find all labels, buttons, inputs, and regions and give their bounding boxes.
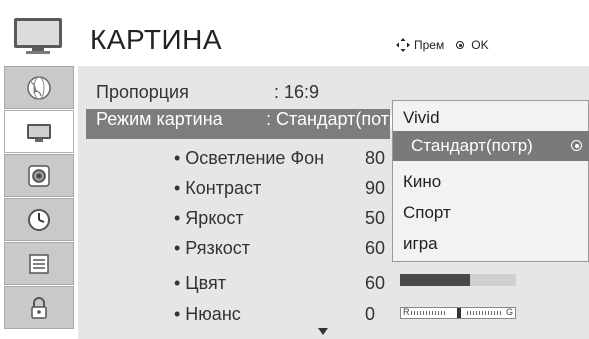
setting-label: • Цвят	[174, 273, 226, 293]
tint-scale-left	[411, 311, 447, 315]
setting-label: • Контраст	[174, 178, 262, 198]
speaker-icon	[28, 164, 50, 187]
dropdown-option[interactable]: Кино	[393, 167, 589, 197]
page-title: КАРТИНА	[90, 24, 223, 55]
color-level-bar[interactable]	[400, 274, 516, 286]
setting-value: : Стандарт(потр	[266, 109, 399, 129]
setting-label: Пропорция	[96, 82, 189, 102]
nav-hint-move: Прем	[414, 38, 445, 52]
sidebar	[4, 66, 74, 339]
nav-hint-ok: OK	[471, 38, 489, 52]
tint-slider-handle[interactable]	[457, 308, 461, 318]
color-level-fill	[400, 274, 470, 286]
tint-right-label: G	[505, 307, 513, 317]
sidebar-item-time[interactable]	[4, 198, 74, 241]
setting-label: • Нюанс	[174, 304, 241, 324]
list-item[interactable]: Пропорция : 16:9	[78, 78, 378, 106]
setting-label: • Осветление Фон	[174, 148, 325, 168]
setting-value: 90	[365, 178, 386, 198]
dropdown-option-selected[interactable]: Стандарт(потр)	[393, 131, 589, 161]
setting-value: 0	[365, 304, 376, 324]
picture-mode-dropdown[interactable]: Vivid Стандарт(потр) Кино Спорт игра	[392, 100, 589, 262]
setting-value: : 16:9	[274, 82, 320, 102]
setting-value: 80	[365, 148, 386, 168]
list-item-selected[interactable]: Режим картина : Стандарт(потр	[86, 109, 399, 139]
tv-icon	[27, 123, 51, 142]
list-icon	[29, 253, 49, 274]
lock-icon	[31, 296, 47, 319]
setting-label: • Яркост	[174, 208, 244, 228]
setting-label: Режим картина	[96, 109, 223, 129]
sidebar-item-picture[interactable]	[4, 110, 74, 153]
sidebar-item-audio[interactable]	[4, 154, 74, 197]
setting-label: • Рязкост	[174, 238, 251, 258]
arrows-icon	[396, 38, 410, 52]
setting-value: 50	[365, 208, 386, 228]
dropdown-option[interactable]: Спорт	[393, 198, 589, 228]
navigation-hint: Прем OK	[396, 38, 489, 52]
tint-left-label: R	[403, 307, 410, 317]
scroll-down-icon[interactable]	[318, 328, 328, 335]
ok-button-icon	[456, 41, 465, 49]
setting-value: 60	[365, 273, 386, 293]
tv-icon	[14, 18, 62, 54]
menu-header: КАРТИНА Прем OK	[0, 0, 589, 66]
dropdown-option[interactable]: игра	[393, 229, 589, 259]
sidebar-item-lock[interactable]	[4, 286, 74, 329]
setting-value: 60	[365, 238, 386, 258]
tint-scale-right	[467, 311, 503, 315]
radio-selected-icon	[571, 140, 582, 151]
dropdown-option[interactable]: Vivid	[393, 103, 589, 133]
clock-icon	[28, 208, 50, 231]
globe-icon	[27, 75, 51, 100]
sidebar-item-channels[interactable]	[4, 66, 74, 109]
tint-slider[interactable]: R G	[400, 307, 516, 319]
sidebar-item-options[interactable]	[4, 242, 74, 285]
